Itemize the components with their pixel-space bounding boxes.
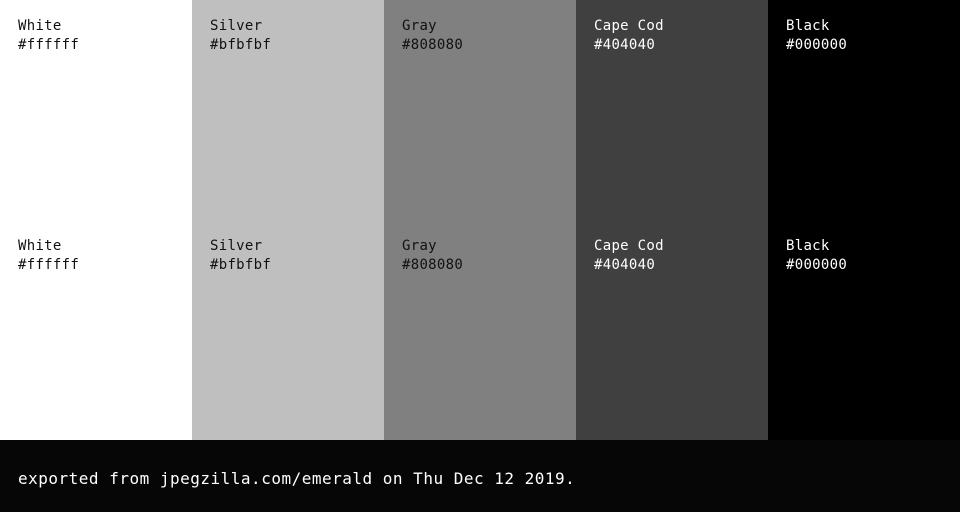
swatch-name: Cape Cod: [594, 238, 664, 254]
swatch-hex: #808080: [402, 257, 464, 273]
swatch-black: Black #000000: [768, 220, 960, 440]
swatch-name: Silver: [210, 238, 263, 254]
swatch-gray: Gray #808080: [384, 0, 576, 220]
swatch-black: Black #000000: [768, 0, 960, 220]
swatch-hex: #404040: [594, 257, 656, 273]
swatch-name: Gray: [402, 18, 437, 34]
swatch-hex: #404040: [594, 37, 656, 53]
swatch-white: White #ffffff: [0, 220, 192, 440]
swatch-hex: #000000: [786, 37, 848, 53]
swatch-cape-cod: Cape Cod #404040: [576, 0, 768, 220]
swatch-cape-cod: Cape Cod #404040: [576, 220, 768, 440]
swatch-hex: #808080: [402, 37, 464, 53]
swatch-silver: Silver #bfbfbf: [192, 220, 384, 440]
color-palette: White #ffffff Silver #bfbfbf Gray #80808…: [0, 0, 960, 440]
swatch-name: White: [18, 18, 62, 34]
swatch-silver: Silver #bfbfbf: [192, 0, 384, 220]
swatch-name: Black: [786, 238, 830, 254]
swatch-hex: #000000: [786, 257, 848, 273]
swatch-name: Cape Cod: [594, 18, 664, 34]
swatch-row: White #ffffff Silver #bfbfbf Gray #80808…: [0, 220, 960, 440]
swatch-row: White #ffffff Silver #bfbfbf Gray #80808…: [0, 0, 960, 220]
swatch-white: White #ffffff: [0, 0, 192, 220]
swatch-hex: #bfbfbf: [210, 37, 272, 53]
export-note: exported from jpegzilla.com/emerald on T…: [18, 469, 576, 488]
swatch-name: White: [18, 238, 62, 254]
swatch-hex: #bfbfbf: [210, 257, 272, 273]
swatch-name: Black: [786, 18, 830, 34]
swatch-hex: #ffffff: [18, 37, 80, 53]
swatch-gray: Gray #808080: [384, 220, 576, 440]
swatch-name: Silver: [210, 18, 263, 34]
export-footer: exported from jpegzilla.com/emerald on T…: [0, 440, 960, 512]
swatch-hex: #ffffff: [18, 257, 80, 273]
swatch-name: Gray: [402, 238, 437, 254]
